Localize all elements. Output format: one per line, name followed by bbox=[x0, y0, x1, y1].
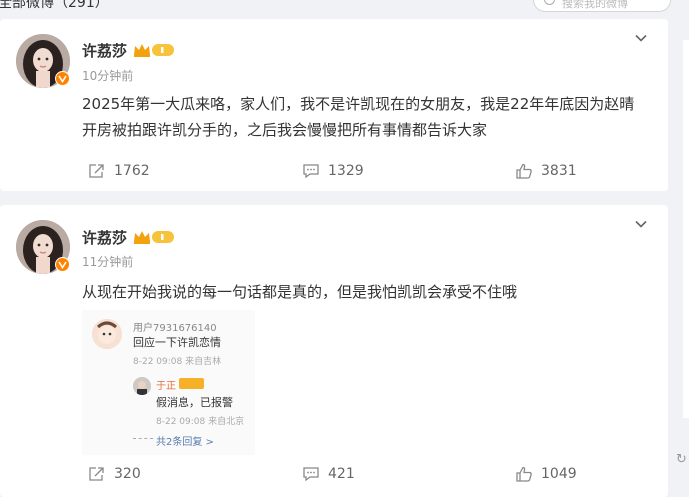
post-time[interactable]: 10分钟前 bbox=[82, 67, 133, 84]
repost-count: 1762 bbox=[114, 163, 150, 179]
repost-button[interactable]: 1762 bbox=[88, 161, 150, 181]
like-count: 1049 bbox=[541, 466, 577, 482]
post-time[interactable]: 11分钟前 bbox=[82, 253, 133, 270]
comment-icon bbox=[303, 467, 319, 482]
comment-button[interactable]: 1329 bbox=[302, 161, 364, 181]
chevron-down-icon[interactable] bbox=[634, 217, 648, 231]
username[interactable]: 许荔莎 bbox=[82, 40, 127, 61]
vip-badge-icon bbox=[179, 378, 204, 389]
post-card: 许荔莎 11分钟前 从现在开始我说的每一句话都是真的，但是我怕凯凯会承受不住哦 … bbox=[0, 205, 668, 497]
top-bar: 全部微博（291） 搜索我的微博 bbox=[0, 0, 689, 12]
embedded-comment-screenshot[interactable]: 用户7931676140 回应一下许凯恋情 8-22 09:08 来自吉林 于正… bbox=[82, 310, 255, 455]
crown-level-icon bbox=[134, 44, 174, 57]
reply-username: 于正 bbox=[156, 381, 176, 392]
share-icon bbox=[89, 467, 104, 481]
right-sidebar-edge bbox=[683, 40, 689, 418]
comment-text: 回应一下许凯恋情 bbox=[133, 336, 221, 349]
like-button[interactable]: 1049 bbox=[515, 464, 577, 484]
comment-icon bbox=[303, 164, 319, 179]
divider bbox=[133, 438, 153, 439]
crown-level-icon bbox=[134, 231, 174, 244]
post-actions: 320 421 1049 bbox=[0, 464, 668, 484]
verified-v-icon bbox=[55, 71, 70, 86]
repost-count: 320 bbox=[114, 466, 141, 482]
comment-count: 421 bbox=[328, 466, 355, 482]
search-icon bbox=[544, 0, 555, 5]
comment-meta: 8-22 09:08 来自吉林 bbox=[133, 357, 222, 367]
post-card: 许荔莎 10分钟前 2025年第一大瓜来咯，家人们，我不是许凯现在的女朋友，我是… bbox=[0, 19, 668, 191]
reply-meta: 8-22 09:08 来自北京 bbox=[156, 417, 245, 427]
refresh-icon[interactable]: ↻ bbox=[676, 452, 687, 467]
comment-count: 1329 bbox=[328, 163, 364, 179]
username[interactable]: 许荔莎 bbox=[82, 227, 127, 248]
comment-avatar bbox=[92, 319, 122, 349]
post-content: 从现在开始我说的每一句话都是真的，但是我怕凯凯会承受不住哦 bbox=[82, 283, 518, 301]
more-replies-link: 共2条回复 > bbox=[156, 437, 214, 448]
search-placeholder: 搜索我的微博 bbox=[562, 0, 628, 10]
repost-button[interactable]: 320 bbox=[88, 464, 141, 484]
reply-avatar bbox=[133, 377, 151, 395]
share-icon bbox=[89, 164, 104, 178]
post-actions: 1762 1329 3831 bbox=[0, 161, 668, 181]
post-content: 2025年第一大瓜来咯，家人们，我不是许凯现在的女朋友，我是22年年底因为赵晴开… bbox=[82, 95, 635, 139]
search-box[interactable]: 搜索我的微博 bbox=[533, 0, 671, 12]
like-icon bbox=[516, 466, 532, 482]
comment-button[interactable]: 421 bbox=[302, 464, 355, 484]
comment-username: 用户7931676140 bbox=[133, 323, 217, 334]
like-button[interactable]: 3831 bbox=[515, 161, 577, 181]
like-count: 3831 bbox=[541, 163, 577, 179]
reply-text: 假消息，已报警 bbox=[156, 396, 233, 409]
weibo-count-tab[interactable]: 全部微博（291） bbox=[0, 0, 109, 12]
like-icon bbox=[516, 163, 532, 179]
verified-v-icon bbox=[55, 257, 70, 272]
chevron-down-icon[interactable] bbox=[634, 31, 648, 45]
